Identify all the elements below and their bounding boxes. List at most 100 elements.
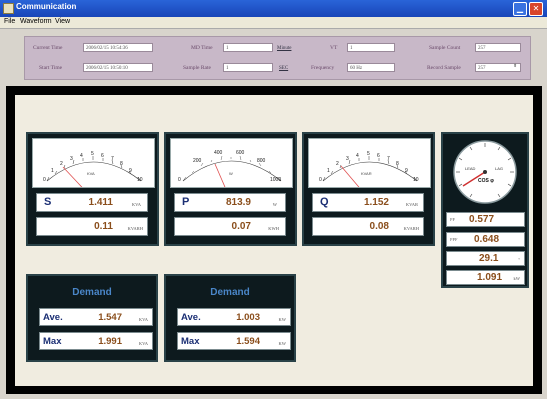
ppf-value: 0.648 <box>474 234 500 245</box>
pf-row: PF 0.577 <box>446 212 525 227</box>
meter-p-value-row: P 813.9 W <box>174 193 286 212</box>
start-time-label: Start Time <box>39 65 63 71</box>
current-time-field: 2006/02/15 10:54:36 <box>83 43 153 52</box>
meter-s-dial: 01 2 3 4 5 6 7 89 10 KVA <box>32 138 155 200</box>
svg-text:8: 8 <box>396 161 399 167</box>
vt-label: VT <box>330 45 338 51</box>
svg-text:COS φ: COS φ <box>478 178 494 184</box>
meter-s-energy-value: 0.11 <box>94 221 113 232</box>
svg-text:9: 9 <box>405 168 408 174</box>
svg-text:600: 600 <box>236 150 245 156</box>
meter-s-energy-row: 0.11 KVARH <box>36 217 148 236</box>
svg-text:W: W <box>229 171 233 176</box>
svg-text:KVA: KVA <box>87 171 95 176</box>
vt-field[interactable]: 1 <box>347 43 395 52</box>
angle-row: 29.1 ° <box>446 251 525 266</box>
menu-file[interactable]: File <box>4 18 15 25</box>
sample-count-field: 257 <box>475 43 521 52</box>
svg-text:9: 9 <box>129 168 132 174</box>
md-time-label: MD Time <box>191 45 213 51</box>
svg-text:800: 800 <box>257 158 266 164</box>
window-title: Communication <box>16 2 77 11</box>
meter-p-gauge: 0 200 400 600 800 1000 W <box>178 150 281 202</box>
svg-text:5: 5 <box>91 151 94 157</box>
hz-row: 1.091 kW <box>446 270 525 285</box>
power-factor-gauge: LEAD LAG COS φ <box>453 140 517 204</box>
sample-count-label: Sample Count <box>429 45 461 51</box>
svg-text:LAG: LAG <box>495 166 503 171</box>
app-icon <box>3 3 14 14</box>
demand-max-unit: KW <box>278 341 287 346</box>
demand-max-label: Max <box>181 336 200 347</box>
meter-q-unit: KVAR <box>405 202 418 207</box>
svg-text:3: 3 <box>70 156 73 162</box>
meter-s-gauge: 01 2 3 4 5 6 7 89 10 KVA <box>43 151 143 200</box>
minimize-icon[interactable]: ▁ <box>513 2 527 16</box>
svg-text:3: 3 <box>346 156 349 162</box>
svg-text:KVAR: KVAR <box>361 171 372 176</box>
meter-s-energy-unit: KVARH <box>127 226 143 231</box>
meter-p-value: 813.9 <box>225 197 251 208</box>
svg-text:8: 8 <box>120 161 123 167</box>
meter-q-energy-value: 0.08 <box>369 221 389 232</box>
meter-q-gauge: 01 2 3 4 5 6 7 89 10 KVAR <box>319 151 419 200</box>
record-sample-label: Record Sample <box>427 65 461 71</box>
meter-p-energy-value: 0.07 <box>231 221 251 232</box>
meter-q-energy-row: 0.08 KVARH <box>312 217 424 236</box>
title-bar: Communication ▁ ✕ <box>0 0 547 17</box>
meter-p-dial: 0 200 400 600 800 1000 W <box>170 138 293 202</box>
md-time-unit: Minute <box>277 46 292 51</box>
md-time-field[interactable]: 1 <box>223 43 273 52</box>
current-time-label: Current Time <box>33 45 63 51</box>
demand-title: Demand <box>210 287 250 298</box>
meter-p-symbol: P <box>182 196 190 208</box>
angle-value: 29.1 <box>479 253 499 264</box>
meter-q: 01 2 3 4 5 6 7 89 10 KVAR Q 1.152 KVAR 0.08… <box>302 132 435 246</box>
demand-ave-label: Ave. <box>181 312 201 323</box>
svg-text:7: 7 <box>387 156 390 162</box>
svg-text:1000: 1000 <box>270 177 281 183</box>
menu-view[interactable]: View <box>55 18 70 25</box>
meter-s-value-row: S 1.411 KVA <box>36 193 148 212</box>
demand-max-row: Max 1.594 KW <box>177 332 291 350</box>
record-sample-stepper-icon[interactable]: ⬍ <box>513 63 517 69</box>
demand-ave-value: 1.003 <box>236 312 260 323</box>
demand-max-label: Max <box>43 336 62 347</box>
demand-ave-unit: KW <box>278 317 287 322</box>
close-icon[interactable]: ✕ <box>529 2 543 16</box>
meter-p: 0 200 400 600 800 1000 W P 813.9 W 0.07 KWH <box>164 132 297 246</box>
sample-rate-label: Sample Rate <box>183 65 211 71</box>
demand-max-value: 1.991 <box>98 336 122 347</box>
demand-title: Demand <box>72 287 112 298</box>
meter-s-symbol: S <box>44 196 52 208</box>
demand-panel-kva: Demand Ave. 1.547 KVA Max 1.991 KVA <box>26 274 158 362</box>
svg-text:0: 0 <box>178 177 181 183</box>
svg-text:1: 1 <box>327 168 330 174</box>
svg-text:200: 200 <box>193 158 202 164</box>
demand-panel-kw: Demand Ave. 1.003 KW Max 1.594 KW <box>164 274 296 362</box>
start-time-field: 2006/02/15 10:50:10 <box>83 63 153 72</box>
menu-waveform[interactable]: Waveform <box>20 18 52 25</box>
svg-text:4: 4 <box>356 153 359 159</box>
meter-s: 01 2 3 4 5 6 7 89 10 KVA S 1.411 KVA 0.11 K… <box>26 132 159 246</box>
meter-q-dial: 01 2 3 4 5 6 7 89 10 KVAR <box>308 138 431 200</box>
svg-text:4: 4 <box>80 153 83 159</box>
meter-p-energy-unit: KWH <box>268 226 279 231</box>
angle-unit: ° <box>518 257 520 262</box>
power-factor-panel: LEAD LAG COS φ PF 0.577 PPF 0.648 29.1 °… <box>441 132 529 288</box>
meter-q-energy-unit: KVARH <box>403 226 419 231</box>
hz-unit: kW <box>513 276 521 281</box>
svg-text:6: 6 <box>377 153 380 159</box>
ppf-label: PPF <box>450 237 458 242</box>
svg-text:5: 5 <box>367 151 370 157</box>
sample-rate-field[interactable]: 1 <box>223 63 273 72</box>
frequency-field[interactable]: 60 Hz <box>347 63 395 72</box>
demand-max-value: 1.594 <box>236 336 260 347</box>
demand-ave-row: Ave. 1.003 KW <box>177 308 291 326</box>
app-window: Communication ▁ ✕ File Waveform View Cur… <box>0 0 547 399</box>
svg-text:2: 2 <box>336 161 339 167</box>
svg-text:10: 10 <box>137 177 143 183</box>
pf-label: PF <box>450 217 456 222</box>
frequency-label: Frequency <box>311 65 335 71</box>
svg-text:400: 400 <box>214 150 223 156</box>
